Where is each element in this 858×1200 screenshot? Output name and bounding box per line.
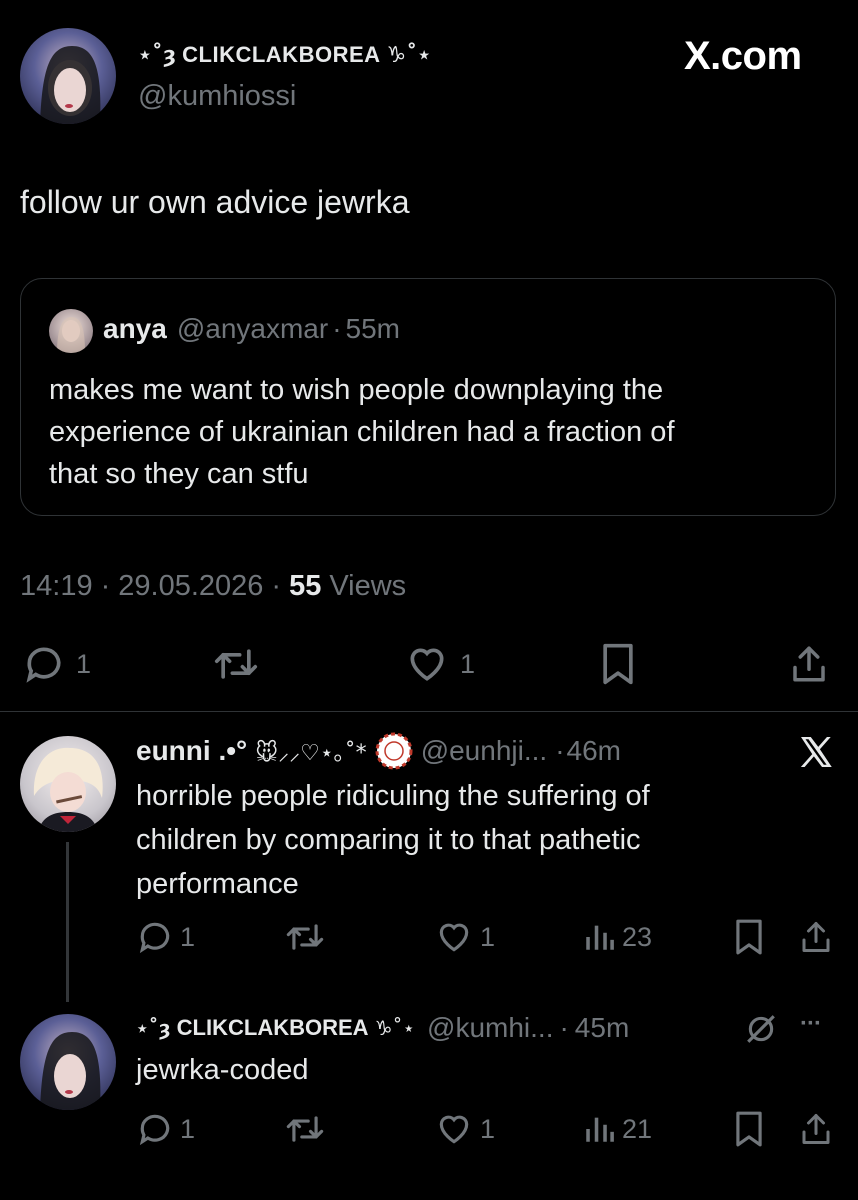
quoted-text-line: experience of ukrainian children had a f… [49,416,675,448]
verified-seal-icon [375,732,413,770]
reply1-text-line: horrible people ridiculing the suffering… [136,780,650,812]
reply1-views-button[interactable]: 23 [582,918,652,956]
quoted-time: 55m [345,313,400,344]
reply1-display-name[interactable]: eunni .•° [136,735,247,767]
views-icon [582,1110,616,1148]
reply2-views-count: 21 [622,1113,653,1144]
bookmark-icon [732,918,766,956]
reply2-retweet-button[interactable] [284,1110,326,1148]
reply2-avatar[interactable] [20,1014,116,1110]
meta-separator: · [271,570,282,602]
bookmark-icon [598,642,638,686]
quoted-author-avatar [49,309,93,353]
like-icon [434,1110,474,1148]
author-handle[interactable]: @kumhiossi [138,80,296,113]
reply1-views-count: 23 [622,921,653,952]
quoted-tweet-card[interactable]: anya @anyaxmar · 55m makes me want to wi… [20,278,836,516]
tweet-text: follow ur own advice jewrka [20,184,410,220]
reply1-avatar-portrait [33,747,103,832]
reply-icon [22,642,66,686]
name-prefix-decoration: ⋆˚ȝ [136,1016,171,1040]
reply1-name-emojis: 🐭⸝⸝♡⋆｡˚* [255,741,367,766]
reply1-text-line: performance [136,868,299,900]
views-count: 55 [289,570,322,602]
share-icon [798,918,834,956]
reply2-header: ⋆˚ȝ CLIKCLAKBOREA ♑˚⋆ @kumhi... · 45m [136,1012,629,1044]
reply-icon [136,1110,174,1148]
reply1-like-count: 1 [480,921,496,952]
retweet-icon [212,642,260,686]
section-divider [0,711,858,712]
reply-count: 1 [76,648,92,679]
quoted-text-line: makes me want to wish people downplaying… [49,374,664,406]
tweet-date: 29.05.2026 [118,570,264,602]
quoted-author-name: anya [103,313,167,344]
reply2-bookmark-button[interactable] [732,1110,766,1148]
no-edit-icon [744,1012,778,1046]
name-prefix-decoration: ⋆˚ȝ [138,42,177,68]
like-button[interactable]: 1 [404,642,475,686]
avatar-portrait [40,46,101,124]
reply1-share-button[interactable] [798,918,834,956]
reply2-handle[interactable]: @kumhi... [427,1012,553,1044]
retweet-icon [284,918,326,956]
author-avatar[interactable] [20,28,116,124]
reply1-text: horrible people ridiculing the suffering… [136,774,650,906]
more-icon[interactable]: ··· [800,1010,822,1038]
reply1-like-button[interactable]: 1 [434,918,495,956]
share-button[interactable] [788,642,830,686]
share-icon [798,1110,834,1148]
reply1-separator: · [555,735,565,766]
reply2-like-count: 1 [480,1113,496,1144]
share-icon [788,642,830,686]
views-label: Views [329,570,407,602]
reply2-reply-button[interactable]: 1 [136,1110,195,1148]
reply2-like-button[interactable]: 1 [434,1110,495,1148]
reply1-time: 46m [566,735,621,766]
quoted-text: makes me want to wish people downplaying… [49,369,675,495]
meta-separator: · [100,570,111,602]
reply2-time: 45m [574,1012,630,1043]
reply2-text: jewrka-coded [136,1054,309,1086]
tweet-time: 14:19 [20,570,93,602]
quoted-author-handle: @anyaxmar [176,313,329,344]
like-icon [434,918,474,956]
reply1-bookmark-button[interactable] [732,918,766,956]
retweet-button[interactable] [212,642,260,686]
reply2-display-name[interactable]: CLIKCLAKBOREA [177,1015,369,1041]
retweet-icon [284,1110,326,1148]
name-suffix-decoration: ♑˚⋆ [374,1016,416,1040]
views-icon [582,918,616,956]
like-count: 1 [460,648,476,679]
reply2-reply-count: 1 [180,1113,196,1144]
reply-button[interactable]: 1 [22,642,91,686]
reply2-avatar-portrait [40,1032,101,1110]
reply1-text-line: children by comparing it to that patheti… [136,824,641,856]
like-icon [404,642,450,686]
thread-line [66,842,69,1002]
name-suffix-decoration: ♑˚⋆ [386,42,432,68]
author-display-name[interactable]: ⋆˚ȝ CLIKCLAKBOREA ♑˚⋆ [138,42,431,68]
quoted-header: anya @anyaxmar · 55m [103,313,400,345]
display-name-text: CLIKCLAKBOREA [182,42,381,67]
reply2-views-button[interactable]: 21 [582,1110,652,1148]
bookmark-button[interactable] [598,642,638,686]
reply2-share-button[interactable] [798,1110,834,1148]
quoted-avatar-portrait [57,317,85,353]
reply1-reply-button[interactable]: 1 [136,918,195,956]
reply1-reply-count: 1 [180,921,196,952]
reply-icon [136,918,174,956]
bookmark-icon [732,1110,766,1148]
x-brand-label: X.com [684,34,802,78]
tweet-meta: 14:19 · 29.05.2026 · 55 Views [20,570,406,603]
x-logo-icon[interactable] [798,734,834,770]
quoted-separator: · [332,313,342,344]
reply1-retweet-button[interactable] [284,918,326,956]
reply1-header: eunni .•° 🐭⸝⸝♡⋆｡˚* @eunhji... · 46m [136,732,621,770]
reply2-separator: · [559,1012,569,1043]
reply1-handle[interactable]: @eunhji... [421,735,548,767]
reply1-avatar[interactable] [20,736,116,832]
quoted-text-line: that so they can stfu [49,458,309,490]
